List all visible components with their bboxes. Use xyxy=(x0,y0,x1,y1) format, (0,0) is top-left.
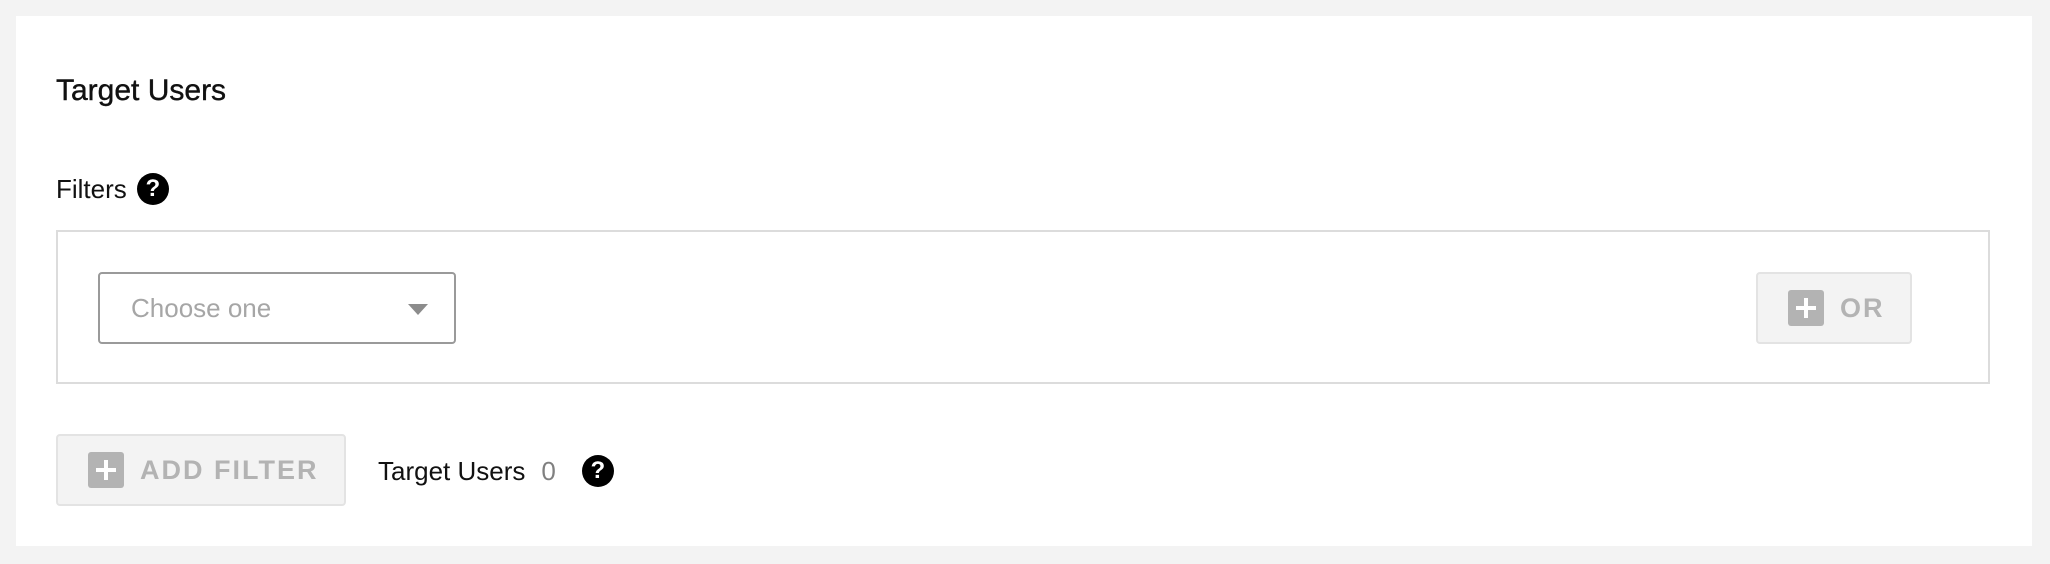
target-users-count: 0 xyxy=(541,456,556,486)
filter-group-box: Choose one OR xyxy=(56,230,1990,384)
or-button[interactable]: OR xyxy=(1756,272,1912,344)
section-title: Target Users xyxy=(56,74,227,107)
filter-field-select-placeholder: Choose one xyxy=(131,293,272,323)
target-users-summary: Target Users 0 ? xyxy=(378,454,614,488)
filters-heading: Filters ? xyxy=(56,173,169,205)
target-users-label: Target Users xyxy=(378,456,526,486)
add-filter-button-label: ADD FILTER xyxy=(140,454,319,485)
target-users-help-icon[interactable]: ? xyxy=(581,455,614,487)
filters-label: Filters xyxy=(56,174,127,204)
or-button-label: OR xyxy=(1840,292,1885,323)
filters-help-icon[interactable]: ? xyxy=(136,173,169,205)
target-users-card: Target Users Filters ? Choose one OR ADD… xyxy=(16,16,2032,546)
plus-icon xyxy=(1788,290,1824,326)
filter-field-select[interactable]: Choose one xyxy=(98,272,456,344)
chevron-down-icon xyxy=(408,304,428,315)
plus-icon xyxy=(88,452,124,488)
add-filter-button[interactable]: ADD FILTER xyxy=(56,434,346,506)
